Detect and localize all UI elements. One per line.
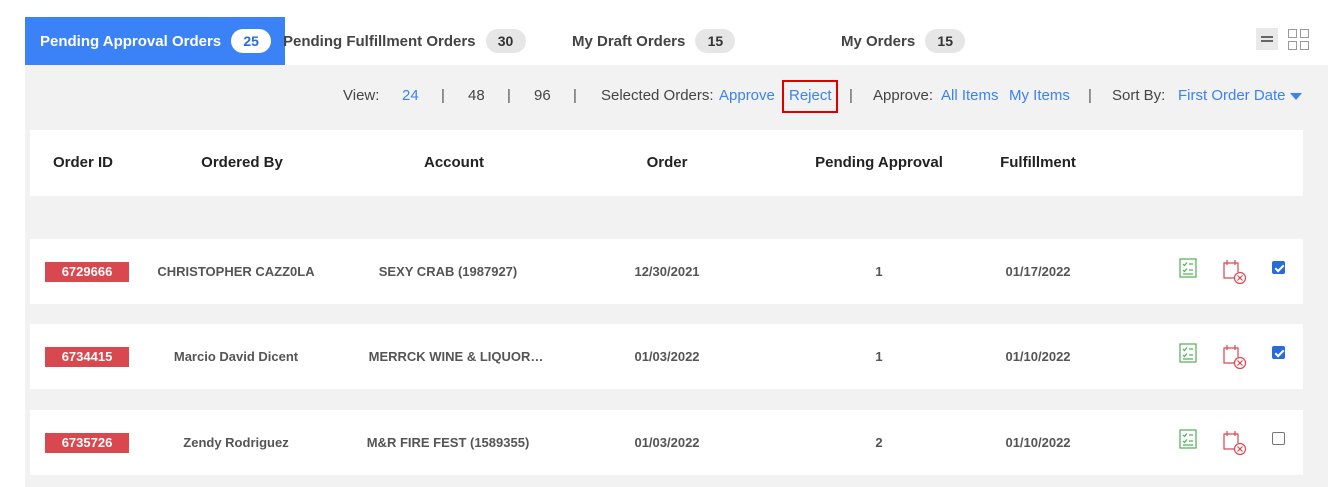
separator: | <box>507 87 511 104</box>
table-row: 6735726 Zendy Rodriguez M&R FIRE FEST (1… <box>30 410 1303 475</box>
caret-down-icon[interactable] <box>1290 93 1302 100</box>
tab-my-orders[interactable]: My Orders 15 <box>841 17 966 65</box>
tab-pending-fulfillment-orders[interactable]: Pending Fulfillment Orders 30 <box>283 17 526 65</box>
tab-label: Pending Approval Orders <box>40 32 222 50</box>
approve-my-items-link[interactable]: My Items <box>1009 87 1070 104</box>
row-select-checkbox[interactable] <box>1272 432 1285 445</box>
fulfillment-date-cell: 01/10/2022 <box>1005 349 1071 364</box>
grid-view-icon[interactable] <box>1288 29 1309 50</box>
row-select-checkbox[interactable] <box>1272 261 1285 274</box>
selected-orders-label: Selected Orders: <box>601 87 714 104</box>
pending-approval-cell: 1 <box>875 264 883 279</box>
sort-by-select[interactable]: First Order Date <box>1178 87 1286 104</box>
orders-panel: View: 24 | 48 | 96 | Selected Orders: Ap… <box>25 65 1328 487</box>
orders-toolbar: View: 24 | 48 | 96 | Selected Orders: Ap… <box>25 80 1328 113</box>
order-date-cell: 12/30/2021 <box>634 264 700 279</box>
column-header-order: Order <box>646 154 688 171</box>
clipboard-checklist-icon[interactable] <box>1179 429 1197 449</box>
clipboard-checklist-icon[interactable] <box>1179 258 1197 278</box>
ordered-by-cell: Zendy Rodriguez <box>183 435 289 450</box>
column-header-pending-approval: Pending Approval <box>815 154 943 171</box>
separator: | <box>1088 87 1092 104</box>
column-header-ordered-by: Ordered By <box>201 154 283 171</box>
ordered-by-cell: Marcio David Dicent <box>173 349 299 364</box>
tab-pending-approval-orders[interactable]: Pending Approval Orders 25 <box>25 17 286 65</box>
account-cell: MERRCK WINE & LIQUOR… <box>368 349 544 364</box>
tab-label: My Orders <box>841 32 916 50</box>
tab-my-draft-orders[interactable]: My Draft Orders 15 <box>572 17 736 65</box>
tab-count-badge: 30 <box>485 29 526 53</box>
order-date-cell: 01/03/2022 <box>634 435 700 450</box>
view-option-48[interactable]: 48 <box>468 87 485 104</box>
calendar-cancel-icon[interactable] <box>1223 259 1247 285</box>
account-cell: M&R FIRE FEST (1589355) <box>366 435 530 450</box>
approve-selected-link[interactable]: Approve <box>719 87 775 104</box>
column-header-fulfillment: Fulfillment <box>1000 154 1076 171</box>
clipboard-checklist-icon[interactable] <box>1179 343 1197 363</box>
view-option-24[interactable]: 24 <box>402 87 419 104</box>
approve-scope-label: Approve: <box>873 87 934 104</box>
tab-count-badge: 25 <box>231 29 272 53</box>
list-view-icon[interactable] <box>1256 28 1278 50</box>
column-header-order-id: Order ID <box>52 154 114 171</box>
column-header-account: Account <box>424 154 484 171</box>
tab-label: My Draft Orders <box>572 32 686 50</box>
calendar-cancel-icon[interactable] <box>1223 430 1247 456</box>
fulfillment-date-cell: 01/17/2022 <box>1005 264 1071 279</box>
reject-selected-link[interactable]: Reject <box>789 87 832 104</box>
order-id-badge[interactable]: 6734415 <box>45 347 129 367</box>
tab-count-badge: 15 <box>695 29 736 53</box>
calendar-cancel-icon[interactable] <box>1223 344 1247 370</box>
order-id-badge[interactable]: 6729666 <box>45 262 129 282</box>
tab-count-badge: 15 <box>925 29 966 53</box>
account-cell: SEXY CRAB (1987927) <box>378 264 518 279</box>
row-select-checkbox[interactable] <box>1272 346 1285 359</box>
order-tabs: Pending Approval Orders 25 Pending Fulfi… <box>25 17 1328 65</box>
approve-all-items-link[interactable]: All Items <box>941 87 999 104</box>
tab-label: Pending Fulfillment Orders <box>283 32 476 50</box>
order-date-cell: 01/03/2022 <box>634 349 700 364</box>
view-label: View: <box>343 87 380 104</box>
pending-approval-cell: 2 <box>875 435 883 450</box>
reject-selected-highlight[interactable]: Reject <box>782 80 838 113</box>
separator: | <box>849 87 853 104</box>
pending-approval-cell: 1 <box>875 349 883 364</box>
order-id-badge[interactable]: 6735726 <box>45 433 129 453</box>
separator: | <box>573 87 577 104</box>
sort-by-label: Sort By: <box>1112 87 1166 104</box>
separator: | <box>441 87 445 104</box>
table-header: Order ID Ordered By Account Order Pendin… <box>30 130 1303 196</box>
table-row: 6734415 Marcio David Dicent MERRCK WINE … <box>30 324 1303 389</box>
fulfillment-date-cell: 01/10/2022 <box>1005 435 1071 450</box>
table-row: 6729666 CHRISTOPHER CAZZ0LA SEXY CRAB (1… <box>30 239 1303 304</box>
ordered-by-cell: CHRISTOPHER CAZZ0LA <box>157 264 315 279</box>
view-option-96[interactable]: 96 <box>534 87 551 104</box>
